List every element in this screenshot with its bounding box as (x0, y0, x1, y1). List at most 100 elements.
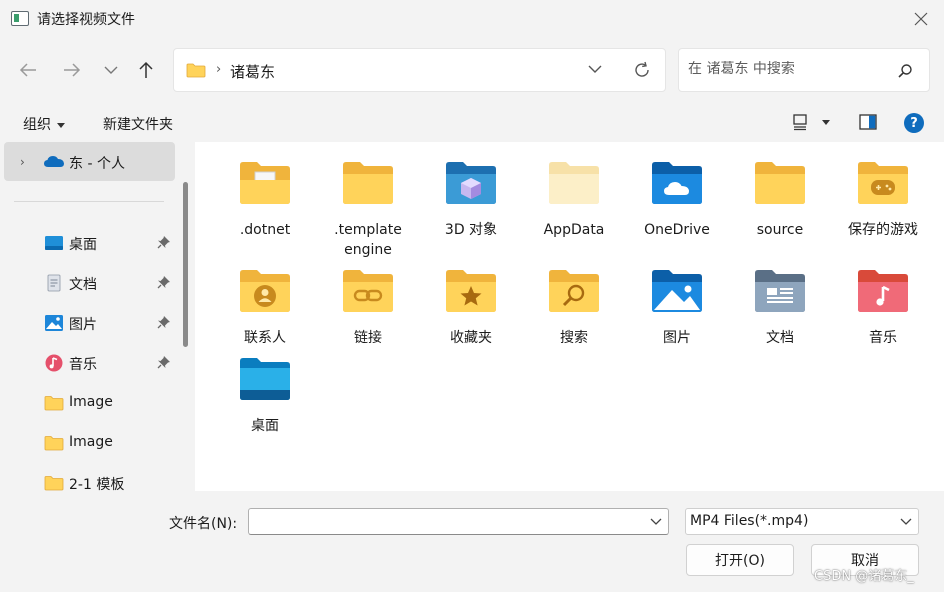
chevron-down-icon[interactable] (650, 517, 662, 526)
favorites-icon (446, 270, 496, 312)
organize-menu[interactable]: 组织 (23, 114, 65, 134)
hidden-folder-icon (549, 162, 599, 204)
new-folder-button[interactable]: 新建文件夹 (103, 114, 173, 134)
filetype-select[interactable]: MP4 Files(*.mp4) (685, 508, 919, 535)
sidebar-item-label: 2-1 模板 (69, 477, 125, 491)
pin-icon[interactable] (157, 355, 171, 369)
chevron-down-icon (104, 66, 118, 74)
back-button[interactable] (16, 58, 40, 82)
sidebar-item-documents[interactable]: 文档 (0, 266, 178, 300)
sidebar-item-label: Image (69, 434, 113, 450)
filetype-value: MP4 Files(*.mp4) (690, 513, 809, 529)
folder-item[interactable]: source (730, 160, 830, 240)
folder-icon (44, 476, 64, 491)
sidebar-onedrive-label: 东 - 个人 (69, 156, 125, 172)
sidebar-item-template[interactable]: 2-1 模板 (0, 466, 178, 491)
folder-label: source (756, 222, 804, 238)
folder-item[interactable]: 音乐 (833, 268, 933, 348)
sidebar-item-label: 桌面 (69, 237, 97, 253)
pictures-icon (45, 315, 63, 331)
sidebar-scrollbar[interactable] (183, 182, 188, 347)
folder-icon (44, 396, 64, 411)
desktop-icon (45, 236, 63, 250)
music-icon (45, 354, 63, 372)
pin-icon[interactable] (157, 235, 171, 249)
pin-icon[interactable] (157, 275, 171, 289)
forward-button[interactable] (60, 58, 84, 82)
folder-label: 3D 对象 (444, 222, 498, 238)
sidebar-item-desktop[interactable]: 桌面 (0, 226, 178, 260)
sidebar-item-music[interactable]: 音乐 (0, 346, 178, 380)
folder-item[interactable]: 搜索 (524, 268, 624, 348)
folder-item[interactable]: 文档 (730, 268, 830, 348)
preview-pane-icon[interactable] (859, 114, 877, 130)
app-icon (11, 11, 29, 26)
title-bar: 请选择视频文件 (0, 0, 944, 38)
music-folder-icon (858, 270, 908, 312)
searches-icon (549, 270, 599, 312)
folder-item[interactable]: 3D 对象 (421, 160, 521, 240)
folder-item[interactable]: 联系人 (215, 268, 315, 348)
up-button[interactable] (134, 58, 158, 82)
folder-item[interactable]: .dotnet (215, 160, 315, 240)
onedrive-folder-icon (652, 162, 702, 204)
navigation-bar: › 诸葛东 (0, 38, 944, 102)
window-title: 请选择视频文件 (37, 12, 135, 28)
folder-label: 收藏夹 (450, 330, 492, 346)
dialog-footer: 文件名(N): MP4 Files(*.mp4) 打开(O) 取消 CSDN @… (0, 491, 944, 592)
folder-label: 搜索 (560, 330, 588, 346)
sidebar-item-image-2[interactable]: Image (0, 426, 178, 460)
help-icon[interactable]: ? (904, 113, 924, 133)
refresh-icon[interactable] (633, 61, 651, 79)
links-icon (343, 270, 393, 312)
open-button[interactable]: 打开(O) (686, 544, 794, 576)
folder-label: 文档 (766, 330, 794, 346)
folder-item[interactable]: AppData (524, 160, 624, 240)
folder-icon (186, 63, 206, 78)
folder-file-icon (240, 162, 290, 204)
folder-item[interactable]: 保存的游戏 (833, 160, 933, 240)
folder-item[interactable]: OneDrive (627, 160, 727, 240)
caret-down-icon[interactable] (822, 120, 830, 125)
caret-down-icon (57, 122, 65, 128)
organize-label: 组织 (23, 117, 51, 133)
sidebar-item-image[interactable]: Image (0, 386, 178, 420)
arrow-right-icon (64, 63, 81, 77)
arrow-left-icon (19, 63, 36, 77)
address-bar[interactable]: › 诸葛东 (173, 48, 666, 92)
chevron-down-icon[interactable] (587, 63, 603, 75)
breadcrumb-current[interactable]: 诸葛东 (230, 61, 275, 82)
close-icon (914, 12, 928, 26)
navigation-pane: › 东 - 个人 桌面 文档 图片 音乐 Image Image 2-1 模板 (0, 142, 195, 491)
search-input[interactable] (688, 61, 888, 77)
search-box[interactable] (678, 48, 930, 92)
file-list: .dotnet .template engine 3D 对象 AppData O… (195, 142, 944, 491)
folder-icon (44, 436, 64, 451)
onedrive-cloud-icon (44, 156, 64, 167)
folder-item[interactable]: 收藏夹 (421, 268, 521, 348)
close-button[interactable] (906, 4, 936, 34)
folder-label: 桌面 (251, 418, 279, 434)
folder-label: 联系人 (244, 330, 286, 346)
folder-item[interactable]: 桌面 (215, 356, 315, 436)
filename-input[interactable] (255, 513, 635, 529)
view-options-icon[interactable] (792, 113, 808, 131)
documents-icon (47, 274, 61, 292)
pin-icon[interactable] (157, 315, 171, 329)
sidebar-item-label: 图片 (69, 317, 97, 333)
arrow-up-icon (139, 61, 153, 78)
sidebar-item-pictures[interactable]: 图片 (0, 306, 178, 340)
folder-item[interactable]: 图片 (627, 268, 727, 348)
command-bar: 组织 新建文件夹 ? (0, 102, 944, 142)
search-icon (898, 64, 912, 78)
folder-label: AppData (543, 222, 605, 238)
chevron-down-icon[interactable] (900, 517, 912, 526)
filename-combobox[interactable] (248, 508, 669, 535)
sidebar-item-label: Image (69, 394, 113, 410)
recent-locations-button[interactable] (99, 58, 123, 82)
folder-item[interactable]: 链接 (318, 268, 418, 348)
folder-label: 保存的游戏 (848, 222, 918, 238)
folder-item[interactable]: .template engine (318, 160, 418, 260)
pictures-folder-icon (652, 270, 702, 312)
chevron-right-icon[interactable]: › (20, 155, 25, 169)
